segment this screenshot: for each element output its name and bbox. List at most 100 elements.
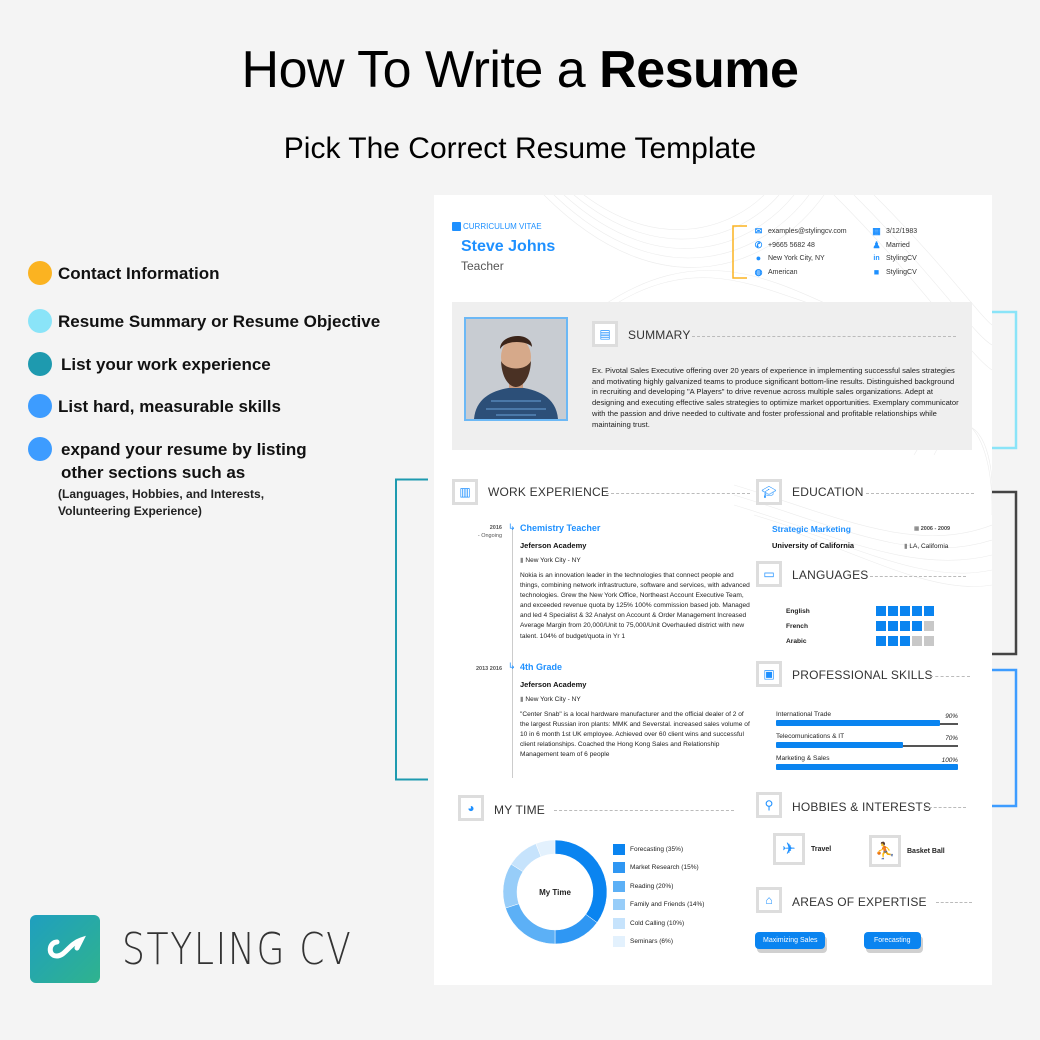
legend-label: expand your resume by listing other sect… (61, 440, 307, 482)
job-date: 2016 (489, 525, 502, 531)
language-row: Arabic (786, 636, 934, 646)
language-name: English (786, 607, 810, 615)
legend-item-summary: Resume Summary or Resume Objective (28, 309, 381, 333)
arrow-icon: ↳ (508, 522, 516, 532)
language-level-box (912, 621, 922, 631)
contact-email: ✉ examples@stylingcv.com (754, 225, 847, 239)
divider (924, 807, 966, 808)
job-location-text: New York City - NY (525, 557, 581, 564)
pie-chart-icon: ◕ (458, 795, 484, 821)
legend-swatch (613, 862, 625, 874)
education-degree: Strategic Marketing (772, 524, 851, 534)
styling-cv-logo-icon (30, 915, 100, 983)
languages-title: LANGUAGES (792, 568, 869, 582)
donut-legend-item: Seminars (6%) (613, 933, 704, 952)
job-date-end: - Ongoing (477, 533, 502, 539)
skill-fill (776, 764, 958, 770)
education-dates: ▦ 2006 - 2009 (914, 526, 950, 532)
twitter-icon: ■ (873, 266, 880, 277)
legend-swatch (613, 899, 625, 911)
title-bold: Resume (599, 41, 799, 99)
donut-legend-item: Reading (20%) (613, 877, 704, 896)
contact-text: StylingCV (886, 255, 917, 263)
profile-photo (464, 317, 568, 421)
donut-legend-item: Cold Calling (10%) (613, 914, 704, 933)
airplane-icon: ✈ (773, 833, 805, 865)
bracket-work-experience (395, 478, 428, 781)
contact-text: Married (886, 241, 910, 249)
language-level-box (900, 606, 910, 616)
person-portrait-icon (466, 319, 566, 419)
work-experience-title: WORK EXPERIENCE (488, 485, 610, 499)
job-title: Chemistry Teacher (520, 523, 601, 533)
legend-dot-icon (28, 309, 52, 333)
resume-template: CURRICULUM VITAE Steve Johns Teacher ✉ ex… (434, 195, 992, 985)
contact-birthdate: ▦ 3/12/1983 (872, 225, 917, 239)
chat-bubble-icon: ▭ (756, 561, 782, 587)
divider (870, 576, 966, 577)
legend-dot-icon (28, 261, 52, 285)
brand-logo: STYLING CV (30, 915, 403, 983)
donut-legend-item: Family and Friends (14%) (613, 896, 704, 915)
language-level-box (888, 606, 898, 616)
summary-text: Ex. Pivotal Sales Executive offering ove… (592, 366, 959, 429)
divider (554, 810, 734, 811)
hobby-basketball: ⛹ Basket Ball (869, 835, 945, 867)
legend-label: Seminars (6%) (630, 938, 673, 946)
legend-swatch (613, 936, 625, 948)
contact-text: American (768, 268, 798, 276)
contact-linkedin: in StylingCV (872, 252, 917, 266)
page-title: How To Write a Resume (0, 40, 1040, 100)
location-icon: ● (755, 253, 762, 264)
job-date: 2013 2016 (476, 666, 502, 672)
legend-item-work: List your work experience (28, 352, 271, 376)
linkedin-icon: in (873, 255, 880, 263)
job-location: ▮ New York City - NY (520, 556, 581, 564)
contact-twitter: ■ StylingCV (872, 266, 917, 280)
language-level-box (924, 606, 934, 616)
language-level-box (924, 636, 934, 646)
hobby-label: Travel (811, 845, 832, 853)
skill-name: Telecomunications & IT (776, 733, 845, 740)
expertise-chip: Maximizing Sales (755, 932, 826, 949)
legend-label: List your work experience (61, 355, 271, 374)
education-school: University of California (772, 541, 855, 550)
expertise-chip: Forecasting (864, 932, 921, 949)
education-title: EDUCATION (792, 485, 864, 499)
donut-legend-item: Forecasting (35%) (613, 840, 704, 859)
basketball-icon: ⛹ (869, 835, 901, 867)
language-name: Arabic (786, 637, 807, 645)
legend-swatch (613, 843, 625, 855)
bracket-contact (732, 225, 747, 279)
job-location: ▮ New York City - NY (520, 695, 581, 703)
legend-item-skills: List hard, measurable skills (28, 394, 281, 418)
graduation-cap-icon: 🎓︎ (756, 479, 782, 505)
job-title: 4th Grade (520, 662, 563, 672)
globe-icon: ◍ (754, 266, 763, 277)
phone-icon: ✆ (754, 239, 763, 250)
language-level-box (888, 636, 898, 646)
cv-tag-label: CURRICULUM VITAE (463, 222, 542, 231)
language-level-box (900, 621, 910, 631)
legend-item-contact: Contact Information (28, 261, 220, 285)
language-level-box (876, 621, 886, 631)
legend-label: Forecasting (35%) (630, 845, 684, 853)
contact-text: New York City, NY (768, 255, 825, 263)
donut-center-label: My Time (539, 887, 571, 897)
contact-nationality: ◍ American (754, 266, 847, 280)
bicycle-icon: ⚲ (756, 792, 782, 818)
donut-legend: Forecasting (35%) Market Research (15%) Re… (613, 840, 704, 951)
contact-text: StylingCV (886, 268, 917, 276)
timeline-line (512, 528, 513, 778)
summary-section: ▤ SUMMARY Ex. Pivotal Sales Executive of… (452, 302, 972, 450)
legend-swatch (613, 880, 625, 892)
language-level-box (876, 636, 886, 646)
legend-label: Resume Summary or Resume Objective (58, 312, 381, 331)
education-dates-text: 2006 - 2009 (920, 526, 951, 532)
calendar-icon: ▦ (914, 526, 921, 532)
my-time-title: MY TIME (494, 803, 545, 817)
person-icon: ♟ (872, 239, 881, 250)
legend-label: List hard, measurable skills (58, 397, 281, 416)
brand-name: STYLING CV (122, 923, 353, 975)
job-organization: Jeferson Academy (520, 680, 587, 689)
